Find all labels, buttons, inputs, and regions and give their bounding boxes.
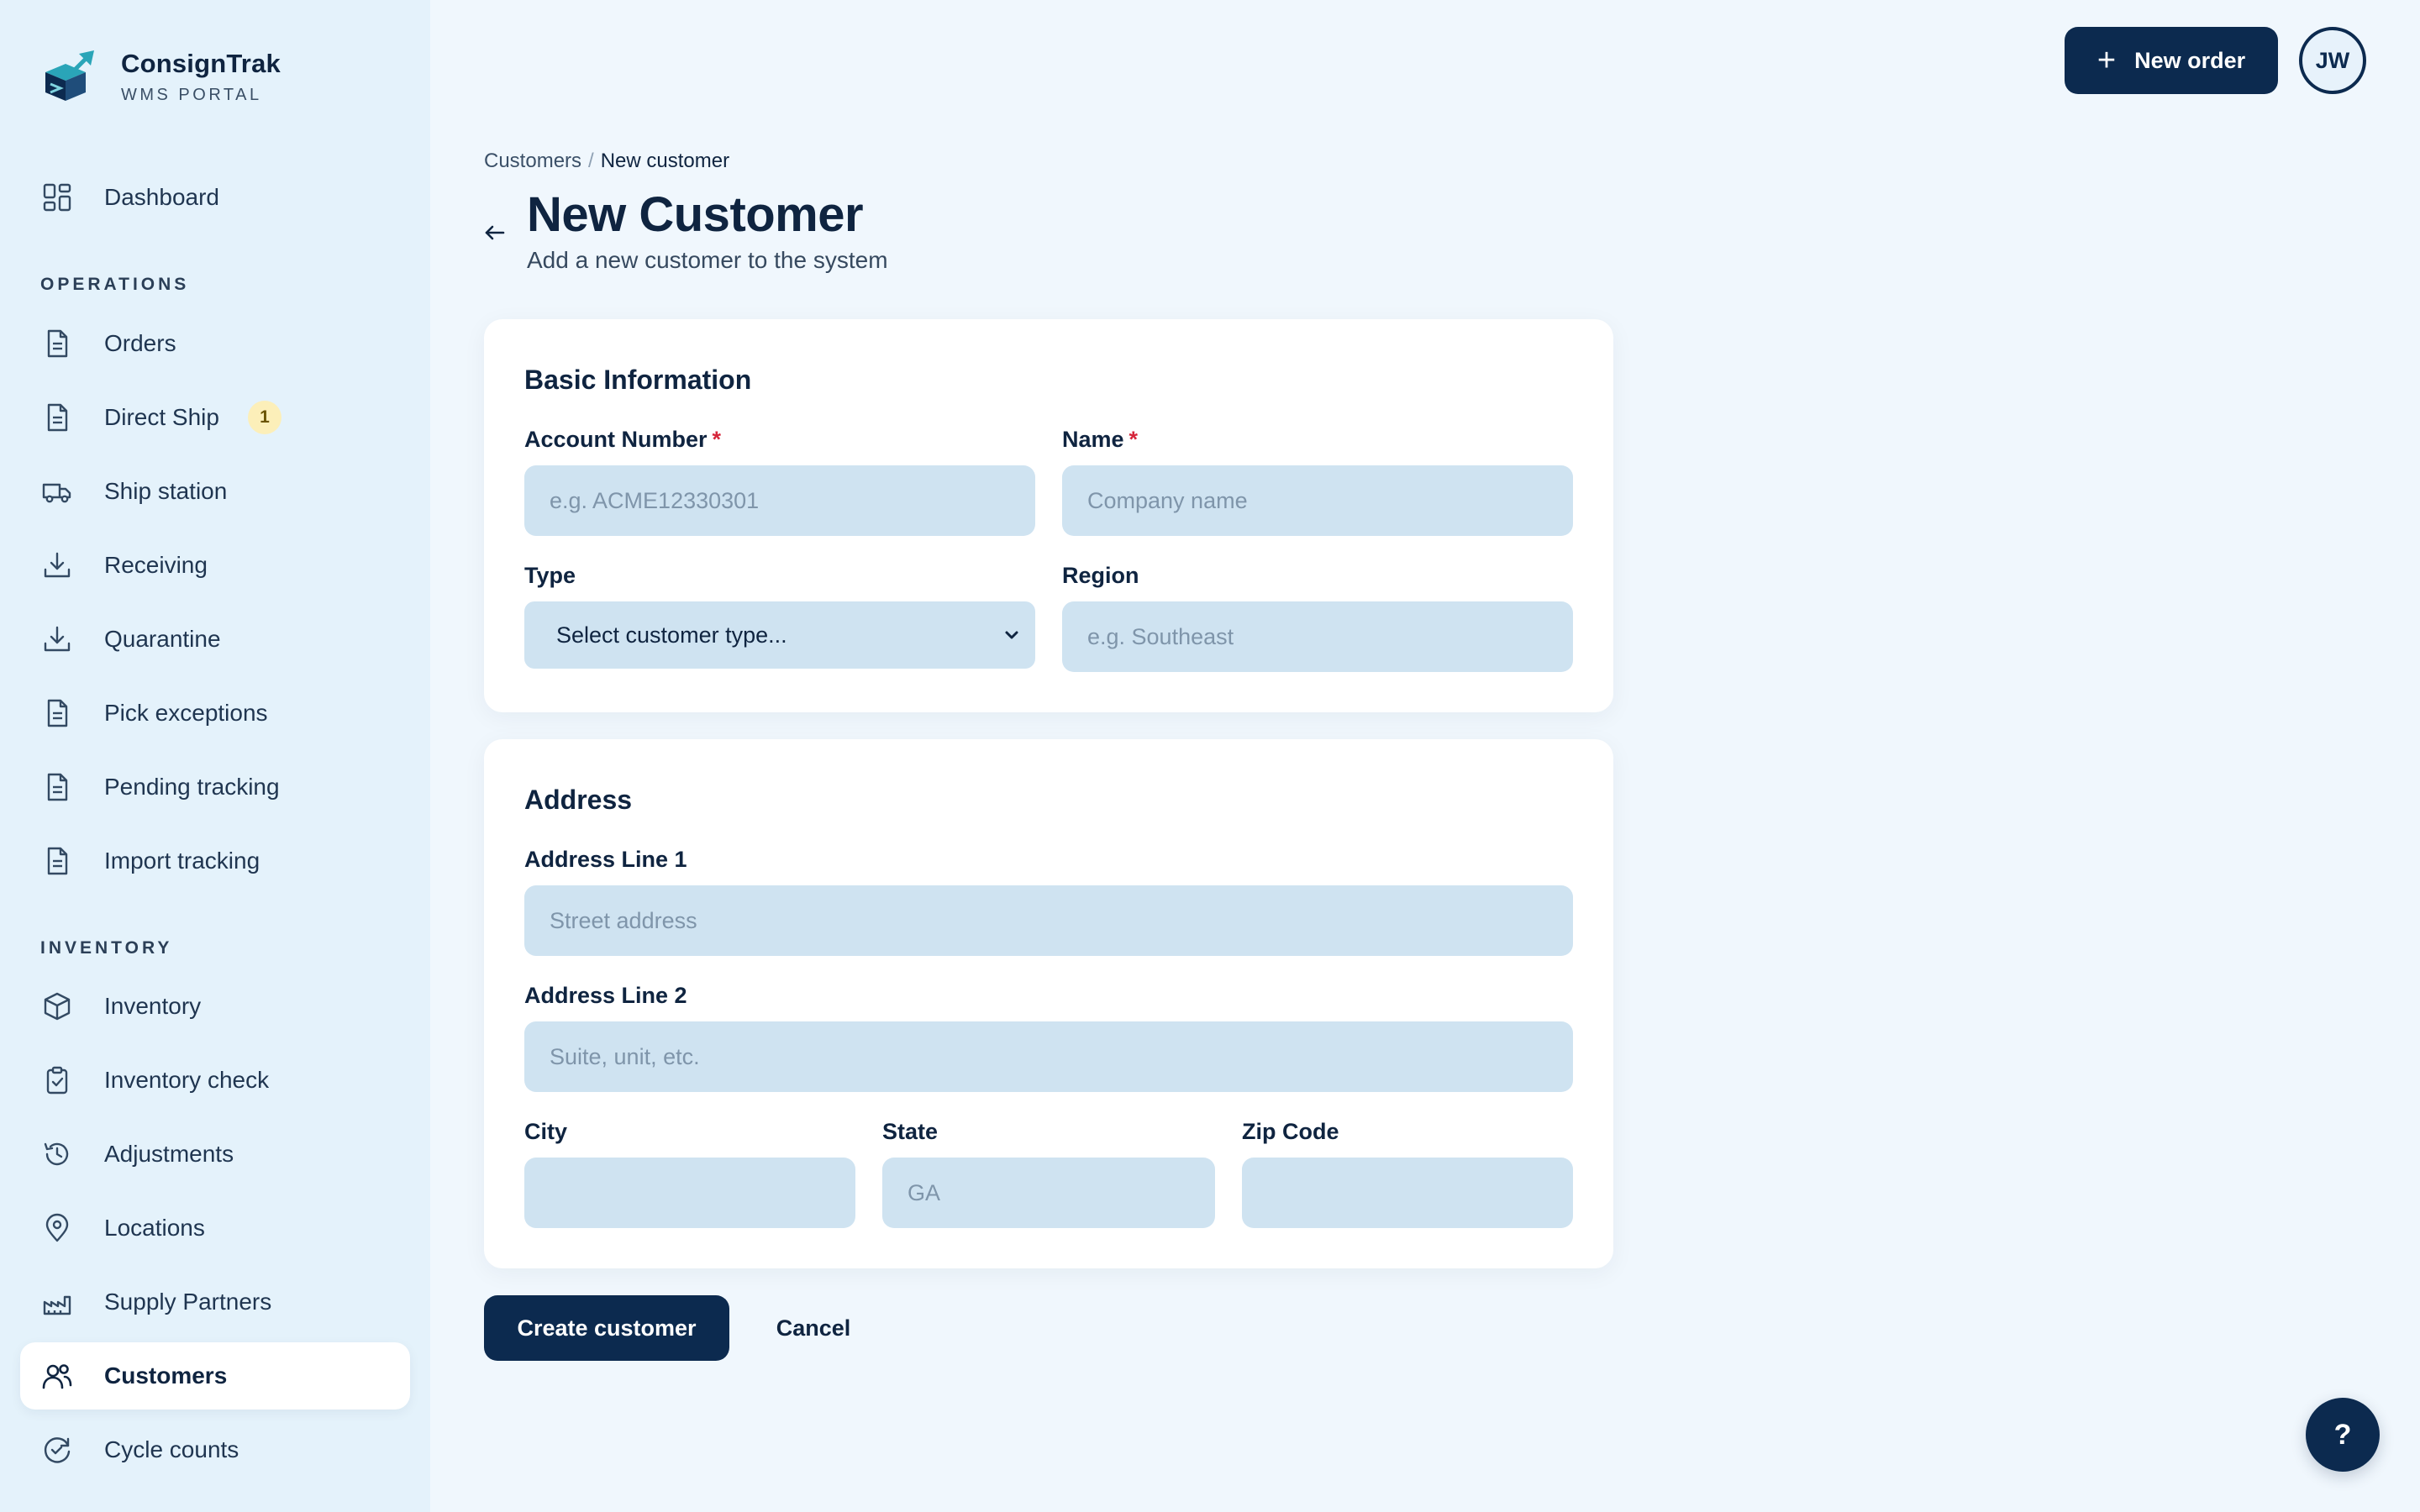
address-card: Address Address Line 1 Address Line 2 Ci…: [484, 739, 1613, 1268]
truck-icon: [42, 476, 72, 507]
name-input[interactable]: [1062, 465, 1573, 536]
sidebar-item-label: Locations: [104, 1215, 205, 1241]
map-pin-icon: [42, 1213, 72, 1243]
brand-subtitle: WMS PORTAL: [121, 85, 262, 104]
sidebar-item-ship-station[interactable]: Ship station: [20, 458, 410, 525]
card-title: Basic Information: [524, 365, 752, 395]
sidebar-item-inventory[interactable]: Inventory: [20, 973, 410, 1040]
history-icon: [42, 1139, 72, 1169]
document-icon: [42, 846, 72, 876]
new-order-label: New order: [2134, 47, 2246, 73]
sidebar-item-label: Receiving: [104, 552, 208, 578]
region-label: Region: [1062, 563, 1139, 588]
sidebar-item-import-tracking[interactable]: Import tracking: [20, 827, 410, 895]
sidebar-item-quarantine[interactable]: Quarantine: [20, 606, 410, 673]
sidebar-item-label: Dashboard: [104, 184, 219, 210]
sidebar-item-label: Pick exceptions: [104, 700, 268, 726]
required-marker: *: [712, 427, 722, 452]
factory-icon: [42, 1287, 72, 1317]
sidebar-item-label: Cycle counts: [104, 1436, 239, 1462]
city-label: City: [524, 1119, 568, 1144]
brand-logo-icon: [45, 50, 94, 101]
sidebar-item-label: Orders: [104, 330, 176, 356]
sidebar-item-label: Direct Ship: [104, 404, 219, 430]
sidebar: ConsignTrak WMS PORTAL Dashboard OPERATI…: [0, 0, 430, 1512]
sidebar-item-label: Ship station: [104, 478, 228, 504]
sidebar-item-dashboard[interactable]: Dashboard: [20, 164, 410, 231]
count-badge: 1: [247, 401, 281, 434]
section-label-inventory: INVENTORY: [40, 938, 173, 958]
help-button[interactable]: ?: [2306, 1398, 2380, 1472]
dashboard-grid-icon: [42, 182, 72, 213]
breadcrumb-separator: /: [588, 150, 594, 172]
box-icon: [42, 991, 72, 1021]
city-input[interactable]: [524, 1158, 855, 1228]
breadcrumb-parent-link[interactable]: Customers: [484, 150, 581, 172]
customer-type-selected-value: Select customer type...: [556, 622, 787, 648]
zip-code-label: Zip Code: [1242, 1119, 1339, 1144]
document-icon: [42, 698, 72, 728]
breadcrumb: Customers / New customer: [484, 150, 729, 173]
type-label: Type: [524, 563, 576, 588]
download-icon: [42, 624, 72, 654]
page-subtitle: Add a new customer to the system: [527, 247, 888, 273]
address-line-2-input[interactable]: [524, 1021, 1573, 1092]
address-line-2-label: Address Line 2: [524, 983, 687, 1008]
sidebar-item-label: Import tracking: [104, 848, 260, 874]
document-icon: [42, 402, 72, 433]
brand[interactable]: ConsignTrak WMS PORTAL: [40, 47, 281, 106]
cancel-button[interactable]: Cancel: [755, 1295, 872, 1361]
brand-name: ConsignTrak: [121, 48, 281, 78]
create-customer-button[interactable]: Create customer: [484, 1295, 729, 1361]
sidebar-item-label: Customers: [104, 1362, 228, 1389]
address-line-1-input[interactable]: [524, 885, 1573, 956]
document-icon: [42, 328, 72, 359]
users-icon: [42, 1361, 72, 1391]
sidebar-item-pending-tracking[interactable]: Pending tracking: [20, 753, 410, 821]
sidebar-item-label: Quarantine: [104, 626, 221, 652]
required-marker: *: [1128, 427, 1139, 452]
sidebar-item-locations[interactable]: Locations: [20, 1194, 410, 1262]
sidebar-item-label: Inventory check: [104, 1067, 270, 1093]
download-icon: [42, 550, 72, 580]
sidebar-item-label: Inventory: [104, 993, 202, 1019]
breadcrumb-current: New customer: [600, 150, 730, 172]
sidebar-item-pick-exceptions[interactable]: Pick exceptions: [20, 680, 410, 747]
sidebar-item-orders[interactable]: Orders: [20, 310, 410, 377]
zip-code-input[interactable]: [1242, 1158, 1573, 1228]
sidebar-item-direct-ship[interactable]: Direct Ship 1: [20, 384, 410, 451]
sidebar-item-customers[interactable]: Customers: [20, 1342, 410, 1410]
basic-information-card: Basic Information Account Number* Name* …: [484, 319, 1613, 712]
refresh-check-icon: [42, 1435, 72, 1465]
sidebar-item-label: Adjustments: [104, 1141, 234, 1167]
card-title: Address: [524, 785, 633, 815]
region-input[interactable]: [1062, 601, 1573, 672]
state-label: State: [882, 1119, 939, 1144]
section-label-operations: OPERATIONS: [40, 275, 190, 294]
state-input[interactable]: [882, 1158, 1215, 1228]
sidebar-item-inventory-check[interactable]: Inventory check: [20, 1047, 410, 1114]
clipboard-check-icon: [42, 1065, 72, 1095]
sidebar-item-adjustments[interactable]: Adjustments: [20, 1121, 410, 1188]
new-order-button[interactable]: + New order: [2065, 27, 2278, 94]
name-label: Name *: [1062, 427, 1139, 452]
document-icon: [42, 772, 72, 802]
address-line-1-label: Address Line 1: [524, 847, 687, 872]
account-number-input[interactable]: [524, 465, 1035, 536]
plus-icon: +: [2096, 43, 2117, 78]
sidebar-item-receiving[interactable]: Receiving: [20, 532, 410, 599]
user-avatar[interactable]: JW: [2299, 27, 2366, 94]
back-arrow-icon[interactable]: [482, 220, 508, 245]
customer-type-select[interactable]: Select customer type...: [524, 601, 1035, 669]
account-number-label: Account Number *: [524, 427, 722, 452]
chevron-down-icon: [1005, 631, 1018, 639]
sidebar-item-cycle-counts[interactable]: Cycle counts: [20, 1416, 410, 1483]
sidebar-item-label: Supply Partners: [104, 1289, 272, 1315]
sidebar-item-label: Pending tracking: [104, 774, 280, 800]
sidebar-item-supply-partners[interactable]: Supply Partners: [20, 1268, 410, 1336]
page-title: New Customer: [527, 187, 864, 242]
